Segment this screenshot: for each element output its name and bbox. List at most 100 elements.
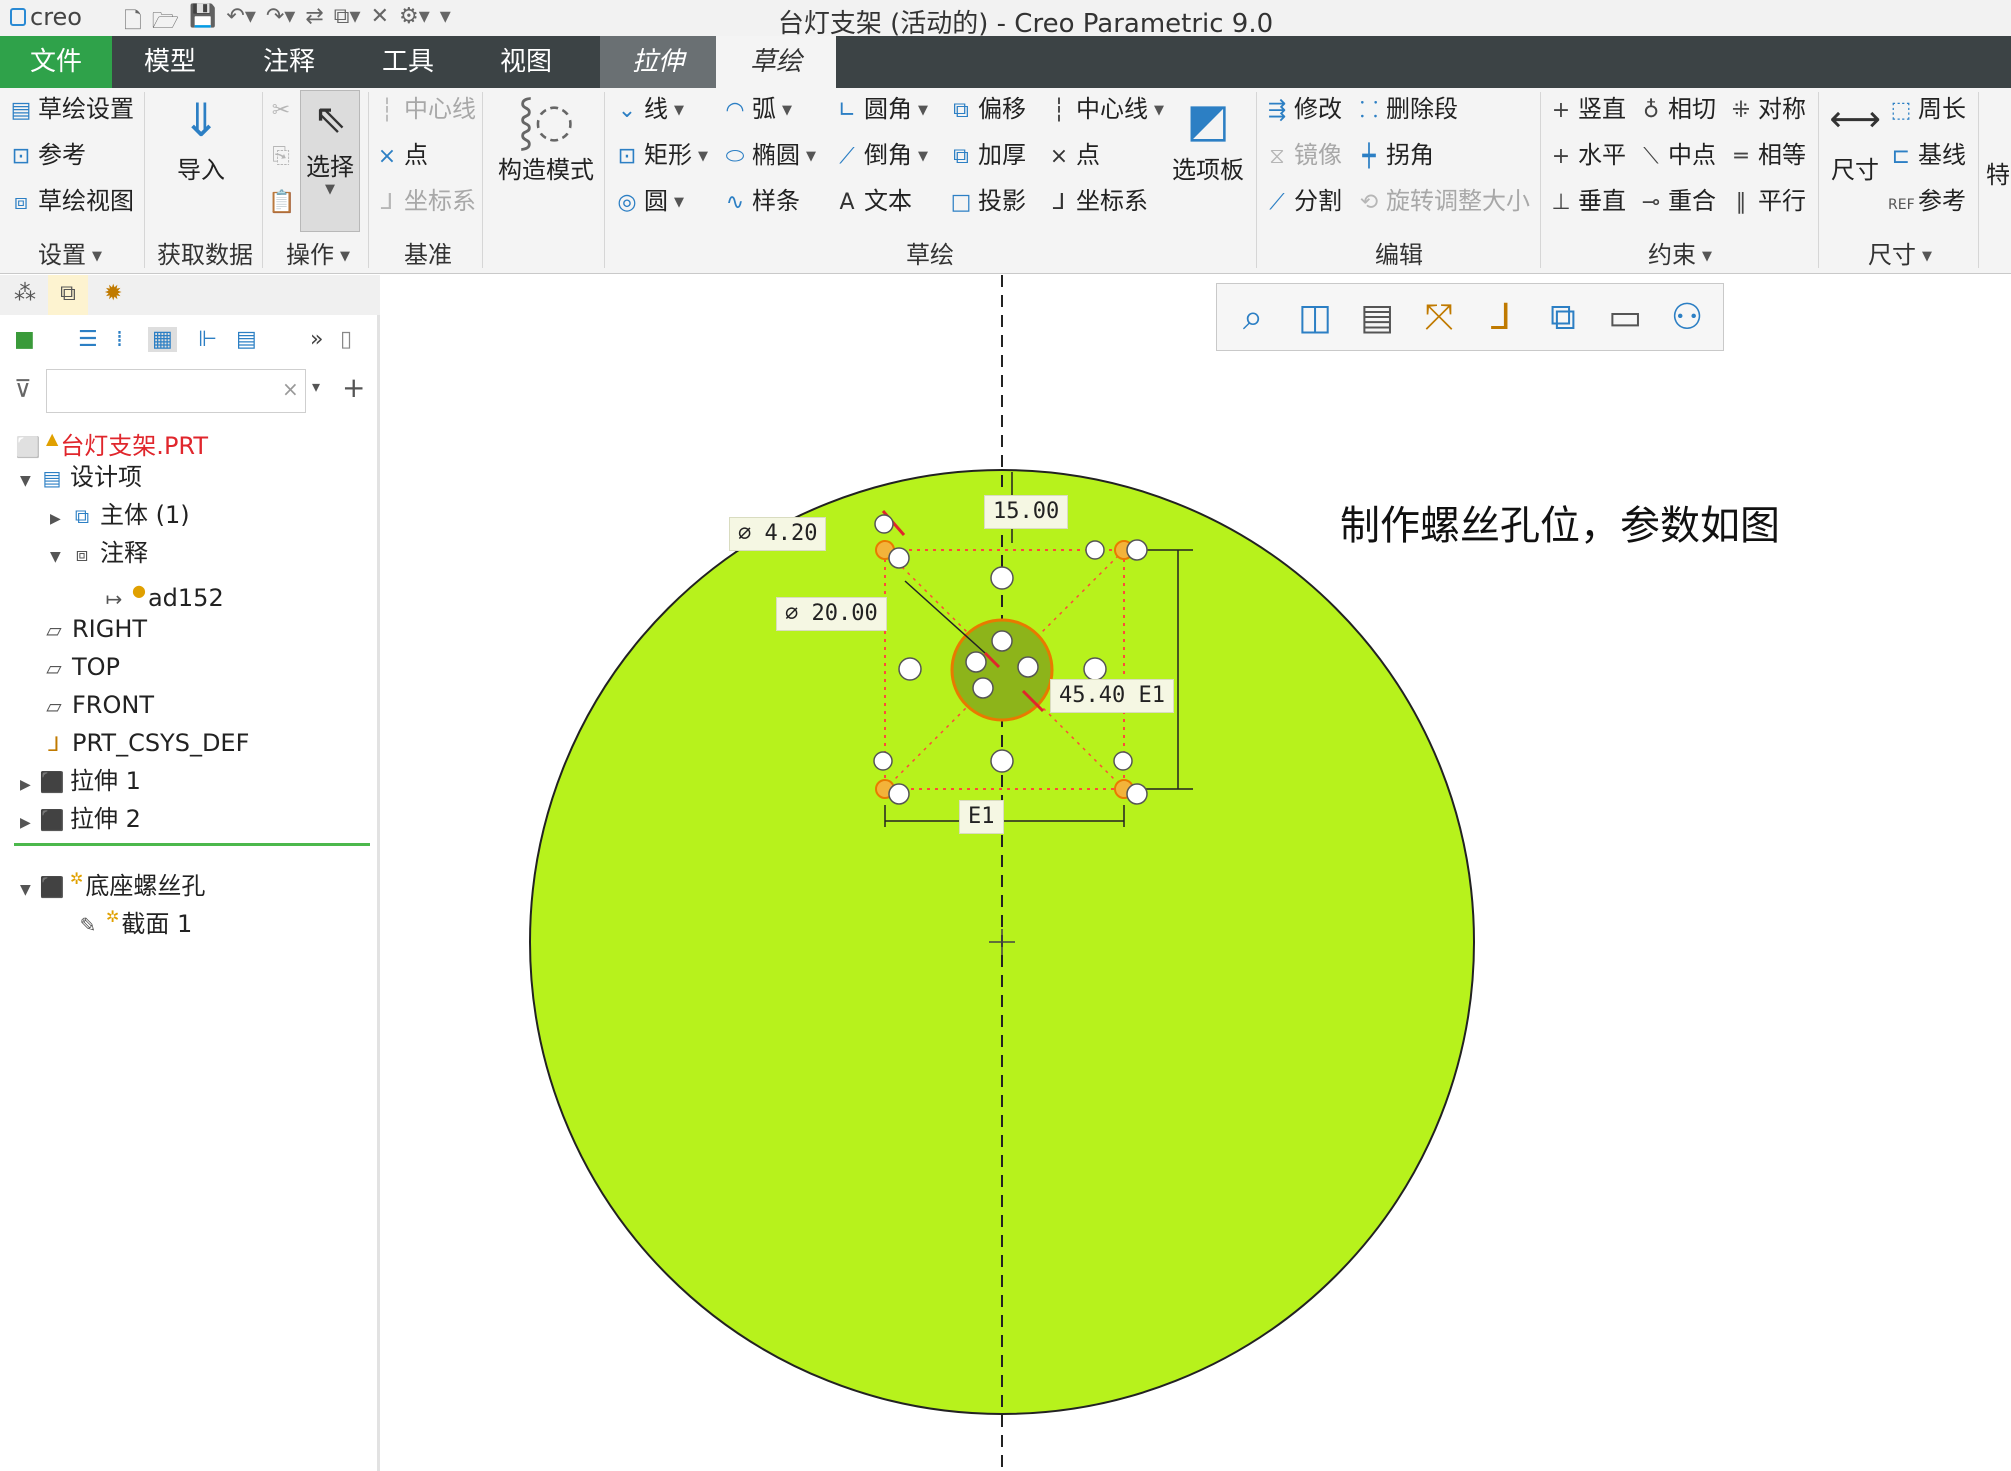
tab-model[interactable]: 模型 [112,36,228,88]
group-operations[interactable]: 操作 ▼ [270,238,366,272]
chevron-down-icon[interactable]: ▾ [312,377,320,396]
import-button[interactable]: ⇓ 导入 [156,90,246,185]
tree-item-design-items[interactable]: ▼ ▤ 设计项 [20,459,142,495]
midpoint-constraint-button[interactable]: ⟍ 中点 [1638,140,1716,172]
collapse-icon[interactable]: ▼ [50,539,68,575]
tab-extrude[interactable]: 拉伸 [600,36,716,88]
modify-button[interactable]: ⇶ 修改 [1264,94,1342,126]
sketch-point-button[interactable]: × 点 [1046,140,1100,172]
sketch-csys-button[interactable]: ⅃ 坐标系 [1046,186,1148,218]
saved-views-icon[interactable]: ▤ [1349,290,1405,346]
clear-search-icon[interactable]: × [282,377,299,401]
tree-table-icon[interactable]: ▦ [148,327,177,352]
corner-button[interactable]: ┿ 拐角 [1356,140,1434,172]
tree-filter-icon[interactable]: ⊩ [198,327,217,352]
feature-display-icon[interactable]: ⚇ [1659,290,1715,346]
datum-point-button[interactable]: × 点 [374,140,428,172]
spline-button[interactable]: ∿ 样条 [722,186,800,218]
tree-settings-icon[interactable]: ▤ [236,327,257,352]
vertical-constraint-button[interactable]: + 竖直 [1548,94,1626,126]
chamfer-button[interactable]: ⟋ 倒角 ▼ [834,140,928,172]
collapse-icon[interactable]: ▼ [20,872,38,908]
group-setup[interactable]: 设置 ▼ [20,238,120,272]
baseline-button[interactable]: ⊏ 基线 [1888,140,1966,172]
thicken-button[interactable]: ⧉ 加厚 [948,140,1026,172]
horizontal-constraint-button[interactable]: + 水平 [1548,140,1626,172]
favorites-tab-icon[interactable]: ✹ [104,281,122,306]
equal-constraint-icon[interactable] [873,751,893,771]
tree-item-part[interactable]: ⬜ ▲台灯支架.PRT [14,421,208,460]
tree-item-csys[interactable]: ⅃ PRT_CSYS_DEF [40,725,249,761]
line-button[interactable]: ⌄ 线 ▼ [614,94,684,126]
tree-list-icon[interactable]: ☰ [78,327,98,352]
symmetric-constraint-button[interactable]: ⁜ 对称 [1728,94,1806,126]
equal-constraint-button[interactable]: ═ 相等 [1728,140,1806,172]
project-button[interactable]: □ 投影 [948,186,1026,218]
tab-sketch[interactable]: 草绘 [716,36,836,88]
cut-icon[interactable]: ✂ [268,94,298,126]
equal-constraint-icon[interactable] [1126,783,1148,805]
tree-model-icon[interactable]: ■ [14,327,35,352]
text-button[interactable]: A 文本 [834,186,912,218]
perpendicular-constraint-button[interactable]: ⊥ 垂直 [1548,186,1626,218]
palette-button[interactable]: ◩ 选项板 [1170,90,1246,185]
expand-icon[interactable]: ▶ [20,805,38,841]
tree-item-annotations[interactable]: ▼ ⧈ 注释 [50,535,148,571]
dimension-square-width[interactable]: E1 [959,800,1004,834]
tree-search-input[interactable] [46,369,306,413]
equal-constraint-icon[interactable] [888,547,910,569]
tab-annotate[interactable]: 注释 [228,36,350,88]
add-icon[interactable]: + [342,371,365,404]
tangent-constraint-icon[interactable] [972,677,994,699]
reference-dimension-button[interactable]: REF 参考 [1888,186,1966,220]
ellipse-button[interactable]: ⬭ 椭圆 ▼ [722,140,816,172]
group-dimension[interactable]: 尺寸 ▼ [1830,238,1970,272]
tree-item-extrude-2[interactable]: ▶ ⬛ 拉伸 2 [20,801,141,837]
collapse-icon[interactable]: ▼ [20,463,38,499]
offset-button[interactable]: ⧉ 偏移 [948,94,1026,126]
rotate-resize-button[interactable]: ⟲ 旋转调整大小 [1356,186,1530,218]
sketch-view-toggle-icon[interactable]: ⧉ [1535,290,1591,346]
sketcher-display-filters-icon[interactable]: ▭ [1597,290,1653,346]
expand-icon[interactable]: ▶ [20,767,38,803]
model-tree-tab-icon[interactable]: ⁂ [14,281,36,306]
equal-constraint-icon[interactable] [1085,540,1105,560]
dimension-top-offset[interactable]: 15.00 [984,495,1069,529]
sketch-setup-button[interactable]: ▤ 草绘设置 [8,94,134,126]
equal-constraint-icon[interactable] [888,783,910,805]
fillet-button[interactable]: ∟ 圆角 ▼ [834,94,928,126]
datum-display-icon[interactable]: ⤧ [1411,290,1467,346]
tree-more-icon[interactable]: » [310,327,323,352]
insert-here-indicator[interactable] [14,843,370,846]
filter-icon[interactable]: ⊽ [14,375,32,403]
paste-icon[interactable]: 📋 [268,186,298,218]
perimeter-button[interactable]: ⬚ 周长 [1888,94,1966,126]
sketch-view-button[interactable]: ⧈ 草绘视图 [8,186,134,218]
datum-csys-button[interactable]: ⅃ 坐标系 [374,186,476,218]
folder-browser-tab-icon[interactable]: ⧉ [48,275,88,315]
equal-constraint-icon[interactable] [1113,751,1133,771]
tangent-constraint-icon[interactable] [965,651,987,673]
vertical-constraint-icon[interactable] [1083,657,1107,681]
datum-centerline-button[interactable]: ┆ 中心线 [374,94,476,126]
divide-button[interactable]: ⟋ 分割 [1264,186,1342,218]
construction-mode-button[interactable]: ⸾◌ 构造模式 [490,90,602,185]
tree-item-right[interactable]: ▱ RIGHT [40,611,147,647]
dimension-small-hole-diameter[interactable]: ∅ 4.20 [729,517,827,551]
tree-item-base-screw-holes[interactable]: ▼ ⬛ ✲底座螺丝孔 [20,861,205,900]
dimension-square-height[interactable]: 45.40 E1 [1050,679,1174,713]
tangent-constraint-icon[interactable] [1017,656,1039,678]
select-button[interactable]: ⇖ 选择 ▼ [300,90,360,232]
equal-constraint-icon[interactable] [1126,539,1148,561]
symmetric-constraint-icon[interactable] [990,749,1014,773]
display-style-icon[interactable]: ◫ [1287,290,1343,346]
circle-button[interactable]: ◎ 圆 ▼ [614,186,684,218]
tree-columns-icon[interactable]: ⁞ [116,327,123,352]
tree-item-body[interactable]: ▶ ⧉ 主体 (1) [50,497,190,533]
tree-item-top[interactable]: ▱ TOP [40,649,120,685]
symmetric-constraint-icon[interactable] [990,566,1014,590]
tangent-constraint-button[interactable]: ♁ 相切 [1638,94,1716,126]
refit-icon[interactable]: ⌕ [1225,290,1281,346]
sketch-centerline-button[interactable]: ┆ 中心线 ▼ [1046,94,1164,126]
tree-item-section-1[interactable]: ✎ ✲截面 1 [74,899,193,938]
